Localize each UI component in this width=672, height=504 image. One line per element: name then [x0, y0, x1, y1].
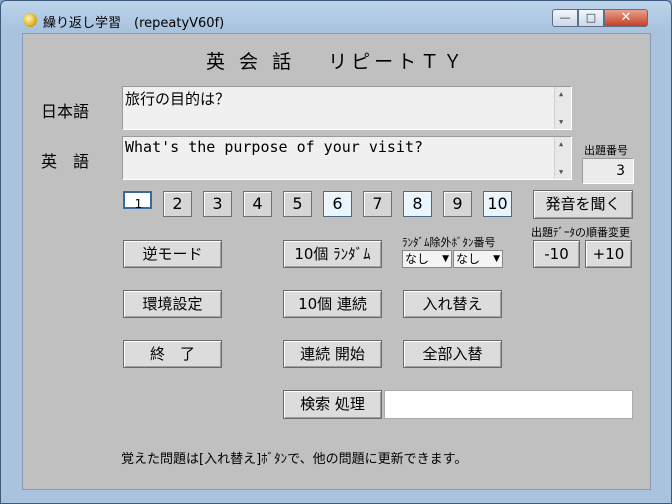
scroll-down-icon[interactable]: ▼ [559, 168, 563, 176]
dropdown-arrow-icon: ▼ [493, 254, 500, 264]
title-bar[interactable]: 繰り返し学習 (repeatyV60f) — □ ✕ [1, 1, 671, 33]
english-label: 英 語 [41, 152, 90, 171]
page-heading: 英 会 話 リピートＴＹ [206, 51, 467, 73]
number-button-6[interactable]: 6 [323, 191, 352, 217]
pronounce-button[interactable]: 発音を聞く [533, 190, 633, 219]
plus10-button[interactable]: +10 [585, 240, 632, 268]
japanese-scrollbar[interactable]: ▲ ▼ [554, 87, 571, 129]
japanese-textbox[interactable]: 旅行の目的は？ ▲ ▼ [122, 86, 572, 130]
japanese-text: 旅行の目的は？ [125, 90, 231, 108]
client-area: 英 会 話 リピートＴＹ 日本語 旅行の目的は？ ▲ ▼ 英 語 What's … [22, 33, 651, 490]
minus10-button[interactable]: -10 [533, 240, 580, 268]
number-button-3[interactable]: 3 [203, 191, 232, 217]
minimize-button[interactable]: — [552, 9, 578, 27]
scroll-up-icon[interactable]: ▲ [559, 90, 563, 98]
number-button-2[interactable]: 2 [163, 191, 192, 217]
random-exclude-select-1-value: なし [405, 252, 430, 266]
english-text: What's the purpose of your visit? [125, 138, 424, 156]
footer-hint: 覚えた問題は[入れ替え]ﾎﾞﾀﾝで、他の問題に更新できます。 [121, 452, 468, 467]
question-number-field: 3 [582, 158, 634, 184]
app-icon [23, 13, 37, 27]
search-button[interactable]: 検索 処理 [283, 390, 382, 419]
scroll-down-icon[interactable]: ▼ [559, 118, 563, 126]
dropdown-arrow-icon: ▼ [442, 254, 449, 264]
english-scrollbar[interactable]: ▲ ▼ [554, 137, 571, 179]
number-button-8[interactable]: 8 [403, 191, 432, 217]
number-button-4[interactable]: 4 [243, 191, 272, 217]
reverse-mode-button[interactable]: 逆モード [123, 240, 222, 268]
exit-button[interactable]: 終 了 [123, 340, 222, 368]
number-button-7[interactable]: 7 [363, 191, 392, 217]
random-exclude-select-2-value: なし [456, 252, 481, 266]
start-continuous-button[interactable]: 連続 開始 [283, 340, 382, 368]
scroll-up-icon[interactable]: ▲ [559, 140, 563, 148]
maximize-button[interactable]: □ [578, 9, 604, 27]
question-number-label: 出題番号 [584, 144, 628, 157]
swap-button[interactable]: 入れ替え [403, 290, 502, 318]
number-button-10[interactable]: 10 [483, 191, 512, 217]
english-textbox[interactable]: What's the purpose of your visit? ▲ ▼ [122, 136, 572, 180]
number-button-1[interactable]: 1 [123, 191, 152, 211]
search-input[interactable] [384, 390, 633, 419]
number-button-5[interactable]: 5 [283, 191, 312, 217]
japanese-label: 日本語 [41, 102, 90, 121]
app-window: 繰り返し学習 (repeatyV60f) — □ ✕ 英 会 話 リピートＴＹ … [0, 0, 672, 504]
number-button-9[interactable]: 9 [443, 191, 472, 217]
random-exclude-select-1[interactable]: なし ▼ [402, 250, 452, 268]
window-title: 繰り返し学習 (repeatyV60f) [43, 16, 225, 31]
random-exclude-select-2[interactable]: なし ▼ [453, 250, 503, 268]
order-change-label: 出題ﾃﾞｰﾀの順番変更 [531, 226, 630, 239]
ten-random-button[interactable]: 10個 ﾗﾝﾀﾞﾑ [283, 240, 382, 268]
close-button[interactable]: ✕ [604, 9, 648, 27]
ten-sequential-button[interactable]: 10個 連続 [283, 290, 382, 318]
random-exclude-label: ﾗﾝﾀﾞﾑ除外ﾎﾞﾀﾝ番号 [402, 236, 496, 249]
settings-button[interactable]: 環境設定 [123, 290, 222, 318]
swap-all-button[interactable]: 全部入替 [403, 340, 502, 368]
